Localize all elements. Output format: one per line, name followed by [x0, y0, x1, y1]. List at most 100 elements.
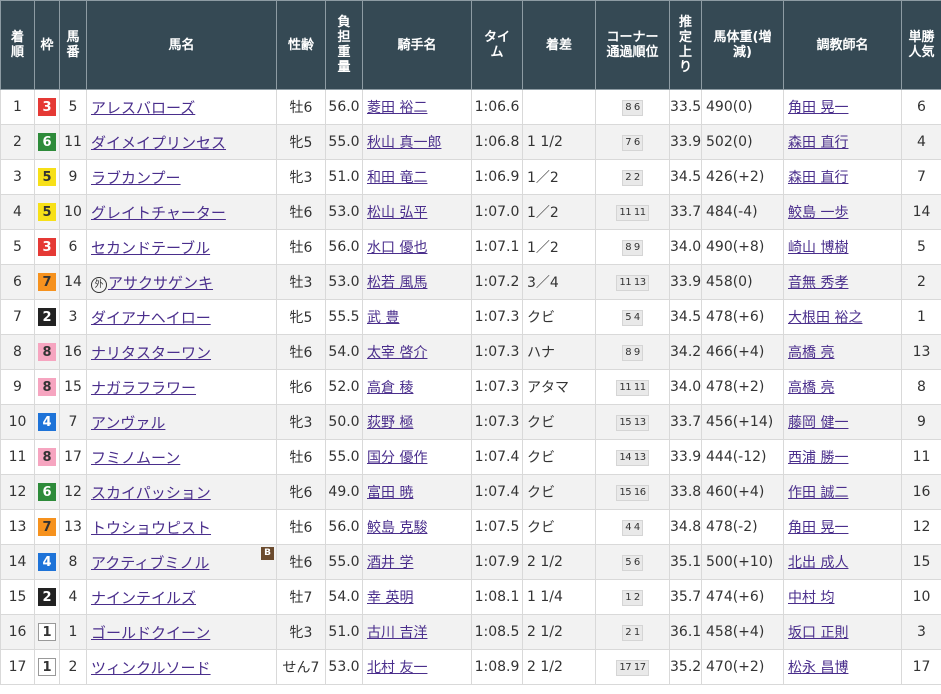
- trainer-link[interactable]: 森田 直行: [788, 135, 848, 151]
- jockey-link[interactable]: 松若 風馬: [367, 275, 427, 291]
- waku-cell: 2: [34, 579, 60, 615]
- trainer-link[interactable]: 音無 秀孝: [788, 275, 848, 291]
- horse-name-link[interactable]: セカンドテーブル: [91, 239, 210, 257]
- jockey-cell: 水口 優也: [362, 229, 472, 265]
- corner-cell: 11 11: [595, 369, 670, 405]
- time-cell: 1:06.6: [471, 89, 523, 125]
- horse-name-link[interactable]: アサクサゲンキ: [108, 274, 213, 292]
- trainer-link[interactable]: 坂口 正則: [788, 625, 848, 641]
- rank-cell: 16: [0, 614, 35, 650]
- trainer-link[interactable]: 中村 均: [788, 590, 834, 606]
- jockey-link[interactable]: 菱田 裕二: [367, 100, 427, 116]
- trainer-link[interactable]: 森田 直行: [788, 170, 848, 186]
- trainer-link[interactable]: 作田 誠二: [788, 485, 848, 501]
- trainer-link[interactable]: 角田 晃一: [788, 520, 848, 536]
- rank-cell: 13: [0, 509, 35, 545]
- horse-name-link[interactable]: ダイアナヘイロー: [91, 309, 211, 327]
- waku-cell: 8: [34, 439, 60, 475]
- last3f-cell: 35.7: [669, 579, 702, 615]
- horse-name-link[interactable]: フミノムーン: [91, 449, 180, 467]
- horse-name-link[interactable]: アレスバローズ: [91, 99, 195, 117]
- jockey-link[interactable]: 荻野 極: [367, 415, 413, 431]
- sex-age-cell: 牝3: [276, 614, 326, 650]
- margin-cell: 2 1/2: [522, 649, 596, 685]
- time-cell: 1:07.3: [471, 299, 523, 335]
- horse-name-link[interactable]: ツィンクルソード: [91, 659, 211, 677]
- time-cell: 1:07.9: [471, 544, 523, 580]
- rank-cell: 12: [0, 474, 35, 510]
- popularity-cell: 8: [901, 369, 941, 405]
- time-cell: 1:07.3: [471, 404, 523, 440]
- last3f-cell: 35.2: [669, 649, 702, 685]
- time-cell: 1:07.3: [471, 334, 523, 370]
- waku-cell: 8: [34, 334, 60, 370]
- jockey-link[interactable]: 国分 優作: [367, 450, 427, 466]
- trainer-link[interactable]: 崎山 博樹: [788, 240, 848, 256]
- jockey-link[interactable]: 酒井 学: [367, 555, 413, 571]
- sex-age-cell: 牡6: [276, 334, 326, 370]
- corner-order: 5 6: [622, 555, 643, 571]
- time-cell: 1:07.2: [471, 264, 523, 300]
- last3f-cell: 34.8: [669, 509, 702, 545]
- jockey-cell: 太宰 啓介: [362, 334, 472, 370]
- trainer-link[interactable]: 鮫島 一歩: [788, 205, 848, 221]
- horse-number-cell: 2: [59, 649, 87, 685]
- jockey-link[interactable]: 秋山 真一郎: [367, 135, 441, 151]
- last3f-cell: 33.5: [669, 89, 702, 125]
- horse-name-cell: スカイパッション: [86, 474, 277, 510]
- corner-cell: 7 6: [595, 124, 670, 160]
- corner-order: 11 13: [616, 275, 649, 291]
- jockey-link[interactable]: 水口 優也: [367, 240, 427, 256]
- jockey-link[interactable]: 太宰 啓介: [367, 345, 427, 361]
- jockey-link[interactable]: 北村 友一: [367, 660, 427, 676]
- race-result-table: 着順 枠 馬番 馬名 性齢 負担重量 騎手名 タイム 着差 コーナー通過順位 推…: [0, 0, 941, 685]
- trainer-link[interactable]: 藤岡 健一: [788, 415, 848, 431]
- corner-cell: 15 13: [595, 404, 670, 440]
- jockey-link[interactable]: 鮫島 克駿: [367, 520, 427, 536]
- trainer-link[interactable]: 高橋 亮: [788, 380, 834, 396]
- horse-name-link[interactable]: ダイメイプリンセス: [91, 134, 226, 152]
- table-row: 5 3 6 セカンドテーブル 牡6 56.0 水口 優也 1:07.1 1／2 8 9 34.0 49…: [0, 229, 941, 265]
- horse-name-link[interactable]: アンヴァル: [91, 414, 165, 432]
- trainer-link[interactable]: 高橋 亮: [788, 345, 834, 361]
- horse-name-link[interactable]: トウショウピスト: [91, 519, 211, 537]
- last3f-cell: 35.1: [669, 544, 702, 580]
- jockey-link[interactable]: 松山 弘平: [367, 205, 427, 221]
- trainer-link[interactable]: 西浦 勝一: [788, 450, 848, 466]
- horse-name-link[interactable]: スカイパッション: [91, 484, 211, 502]
- corner-order: 2 1: [622, 625, 643, 641]
- jockey-link[interactable]: 富田 暁: [367, 485, 413, 501]
- sex-age-cell: 牡6: [276, 194, 326, 230]
- horse-name-link[interactable]: グレイトチャーター: [91, 204, 226, 222]
- jockey-link[interactable]: 高倉 稜: [367, 380, 413, 396]
- horse-name-link[interactable]: アクティブミノル: [91, 554, 209, 572]
- horse-name-link[interactable]: ラブカンプー: [91, 169, 181, 187]
- trainer-link[interactable]: 大根田 裕之: [788, 310, 862, 326]
- rank-cell: 4: [0, 194, 35, 230]
- trainer-link[interactable]: 角田 晃一: [788, 100, 848, 116]
- trainer-link[interactable]: 松永 昌博: [788, 660, 848, 676]
- horse-name-link[interactable]: ナリタスターワン: [91, 344, 211, 362]
- jockey-link[interactable]: 幸 英明: [367, 590, 413, 606]
- weight-cell: 54.0: [325, 334, 363, 370]
- time-cell: 1:07.4: [471, 474, 523, 510]
- waku-cell: 4: [34, 404, 60, 440]
- time-cell: 1:08.1: [471, 579, 523, 615]
- horse-number-cell: 12: [59, 474, 87, 510]
- horse-name-link[interactable]: ゴールドクイーン: [91, 624, 210, 642]
- last3f-cell: 34.0: [669, 369, 702, 405]
- waku-badge: 3: [38, 98, 56, 116]
- waku-cell: 2: [34, 299, 60, 335]
- trainer-link[interactable]: 北出 成人: [788, 555, 848, 571]
- trainer-cell: 大根田 裕之: [783, 299, 902, 335]
- jockey-link[interactable]: 和田 竜二: [367, 170, 427, 186]
- horse-name-link[interactable]: ナガラフラワー: [91, 379, 196, 397]
- rank-cell: 14: [0, 544, 35, 580]
- jockey-link[interactable]: 武 豊: [367, 310, 399, 326]
- jockey-cell: 高倉 稜: [362, 369, 472, 405]
- horse-number-cell: 7: [59, 404, 87, 440]
- horse-name-link[interactable]: ナインテイルズ: [91, 589, 196, 607]
- sex-age-cell: 牝5: [276, 124, 326, 160]
- corner-order: 11 11: [616, 380, 649, 396]
- jockey-link[interactable]: 古川 吉洋: [367, 625, 427, 641]
